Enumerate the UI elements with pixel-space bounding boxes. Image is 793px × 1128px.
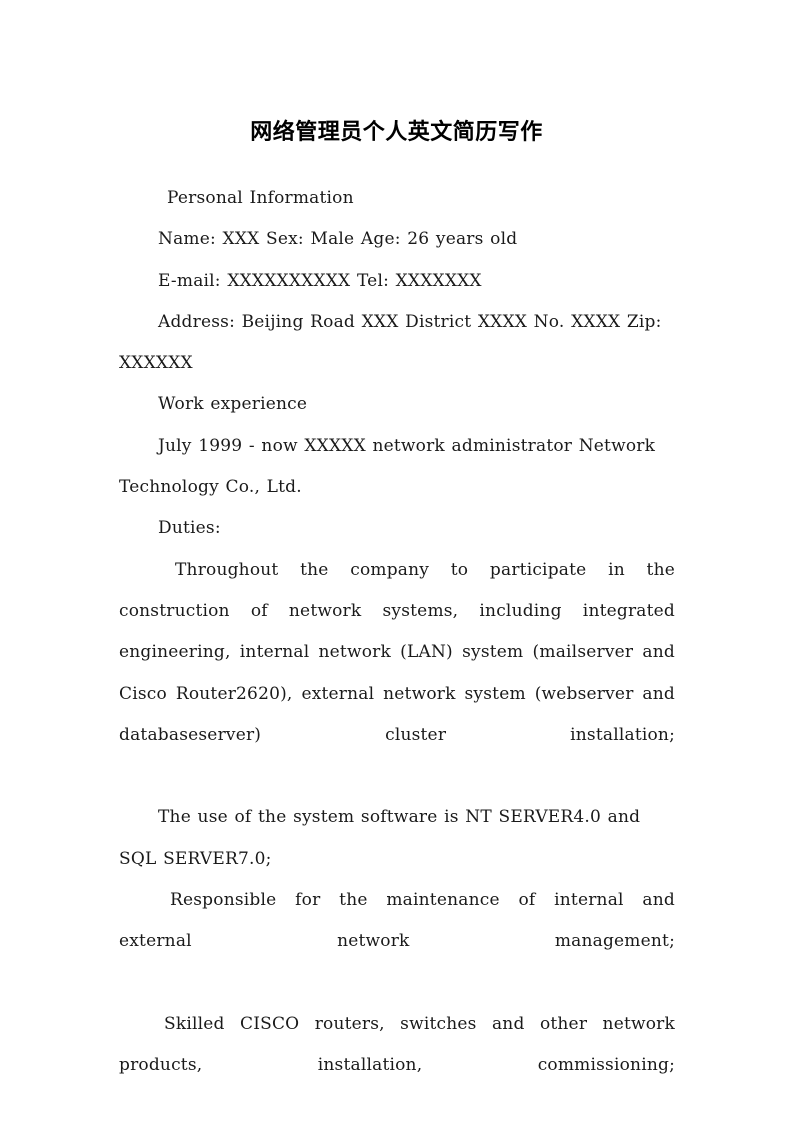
paragraph-employment-line: July 1999 - now XXXXX network administra… xyxy=(119,435,656,498)
paragraph-duty-4: Skilled CISCO routers, switches and othe… xyxy=(119,1013,675,1076)
paragraph-name-line: Name: XXX Sex: Male Age: 26 years old xyxy=(158,229,518,250)
document-page: 网络管理员个人英文简历写作 Personal Information Name:… xyxy=(0,0,793,1122)
paragraph-work-experience-heading: Work experience xyxy=(158,394,308,415)
paragraph-duty-1: Throughout the company to participate in… xyxy=(119,559,675,745)
document-body: Personal Information Name: XXX Sex: Male… xyxy=(119,178,675,1128)
paragraph-address-line: Address: Beijing Road XXX District XXXX … xyxy=(119,311,662,374)
paragraph-duty-2: The use of the system software is NT SER… xyxy=(119,807,641,869)
paragraph-personal-information-heading: Personal Information xyxy=(167,188,354,208)
paragraph-duty-3: Responsible for the maintenance of inter… xyxy=(119,890,675,952)
paragraph-duties-heading: Duties: xyxy=(158,518,221,539)
page-title: 网络管理员个人英文简历写作 xyxy=(250,120,543,145)
paragraph-email-line: E-mail: XXXXXXXXXX Tel: XXXXXXX xyxy=(158,270,482,291)
